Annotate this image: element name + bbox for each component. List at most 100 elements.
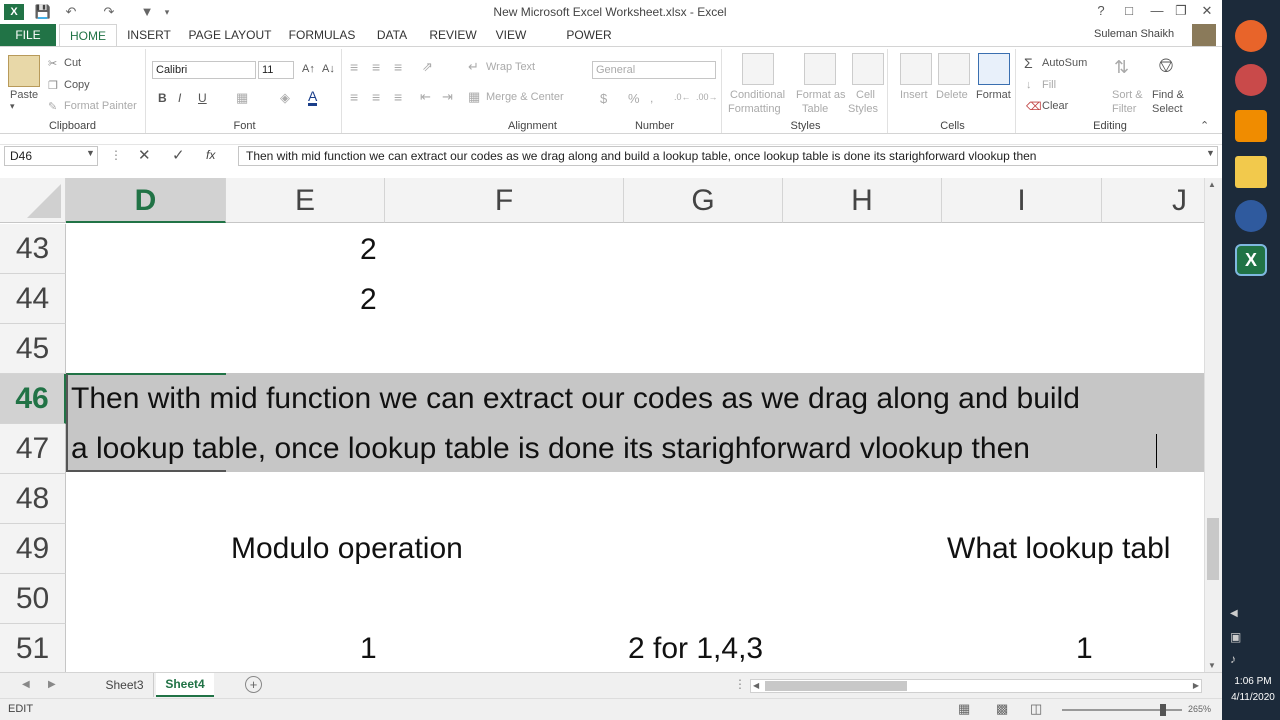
decrease-decimal-icon[interactable]: .00→ [696, 92, 718, 102]
align-right-icon[interactable]: ≡ [394, 89, 402, 105]
underline-button[interactable]: U [198, 91, 207, 105]
scroll-right-icon[interactable]: ▶ [1193, 681, 1199, 690]
cell-i51[interactable]: 1 [1076, 624, 1093, 672]
scroll-left-icon[interactable]: ◀ [753, 681, 759, 690]
cell-i49[interactable]: What lookup tabl [947, 524, 1170, 574]
format-painter-button[interactable]: Format Painter [64, 100, 137, 112]
clock-time[interactable]: 1:06 PM [1226, 676, 1280, 687]
row-header-45[interactable]: 45 [0, 324, 66, 374]
name-box-dropdown-icon[interactable]: ▼ [86, 148, 95, 158]
user-name[interactable]: Suleman Shaikh [1094, 28, 1174, 40]
row-header-50[interactable]: 50 [0, 574, 66, 624]
sort-filter-button[interactable]: Sort & [1112, 89, 1143, 101]
zoom-level[interactable]: 265% [1188, 704, 1211, 714]
copy-button[interactable]: Copy [64, 79, 90, 91]
fill-button[interactable]: Fill [1042, 79, 1056, 91]
align-center-icon[interactable]: ≡ [372, 89, 380, 105]
cell-e43[interactable]: 2 [360, 225, 377, 275]
font-color-icon[interactable]: A [308, 89, 318, 106]
filter-icon[interactable]: ▼ [136, 3, 158, 21]
vertical-scroll-thumb[interactable] [1207, 518, 1219, 580]
decrease-indent-icon[interactable]: ⇤ [420, 89, 431, 105]
horizontal-scroll-thumb[interactable] [765, 681, 907, 691]
borders-icon[interactable]: ▦ [236, 90, 248, 106]
col-header-d[interactable]: D [66, 178, 226, 223]
excel-taskbar-icon[interactable]: X [1235, 244, 1267, 276]
new-sheet-icon[interactable]: + [245, 676, 262, 693]
network-icon[interactable]: ▣ [1230, 630, 1241, 644]
cell-e49[interactable]: Modulo operation [231, 524, 463, 574]
vertical-scrollbar[interactable]: ▲ ▼ [1204, 178, 1222, 672]
format-button[interactable]: Format [976, 89, 1011, 101]
delete-button[interactable]: Delete [936, 89, 968, 101]
customize-qat-icon[interactable]: ▾ [160, 3, 174, 21]
page-layout-view-icon[interactable]: ▩ [996, 701, 1008, 717]
top-align-icon[interactable]: ≡ [350, 59, 358, 75]
name-box[interactable]: D46 [4, 146, 98, 166]
clock-date[interactable]: 4/11/2020 [1226, 692, 1280, 703]
cut-button[interactable]: Cut [64, 57, 81, 69]
tab-data[interactable]: DATA [370, 24, 414, 46]
tab-formulas[interactable]: FORMULAS [288, 24, 356, 46]
collapse-ribbon-icon[interactable]: ⌃ [1200, 119, 1209, 132]
insert-button[interactable]: Insert [900, 89, 928, 101]
avatar[interactable] [1192, 24, 1216, 46]
tray-chevron-icon[interactable]: ◀ [1230, 608, 1238, 619]
vlc-icon[interactable] [1235, 110, 1267, 142]
row-header-43[interactable]: 43 [0, 224, 66, 274]
format-as-table-button[interactable]: Format as [796, 89, 846, 101]
paste-icon[interactable] [8, 55, 40, 87]
tab-insert[interactable]: INSERT [124, 24, 174, 46]
scroll-down-icon[interactable]: ▼ [1208, 661, 1216, 670]
cell-g51[interactable]: 2 for 1,4,3 [628, 624, 763, 672]
row-header-46[interactable]: 46 [0, 374, 66, 424]
cell-styles-button[interactable]: Cell [856, 89, 875, 101]
tab-home[interactable]: HOME [59, 24, 117, 47]
insert-function-button[interactable]: fx [206, 148, 215, 162]
merge-center-button[interactable]: Merge & Center [486, 91, 564, 103]
worksheet-grid[interactable]: D E F G H I J 43 44 45 46 47 48 49 50 51… [0, 178, 1204, 672]
zoom-slider-thumb[interactable] [1160, 704, 1166, 716]
conditional-formatting-button[interactable]: Conditional [730, 89, 785, 101]
enter-icon[interactable]: ✓ [172, 146, 185, 164]
currency-button[interactable]: $ [600, 91, 607, 106]
app-icon[interactable] [1235, 200, 1267, 232]
minimize-icon[interactable]: — [1146, 2, 1168, 20]
normal-view-icon[interactable]: ▦ [958, 701, 970, 717]
cell-d46[interactable]: Then with mid function we can extract ou… [71, 374, 1080, 424]
increase-indent-icon[interactable]: ⇥ [442, 89, 453, 105]
tab-file[interactable]: FILE [0, 24, 56, 46]
cancel-icon[interactable]: ✕ [138, 146, 151, 164]
select-all-corner[interactable] [0, 178, 66, 223]
ribbon-display-icon[interactable]: □ [1118, 2, 1140, 20]
row-header-48[interactable]: 48 [0, 474, 66, 524]
paste-dropdown-icon[interactable]: ▾ [10, 101, 15, 112]
tab-power-query[interactable]: POWER QUERY [544, 24, 634, 64]
scroll-up-icon[interactable]: ▲ [1208, 180, 1216, 189]
tab-view[interactable]: VIEW [492, 24, 530, 46]
bold-button[interactable]: B [158, 91, 167, 105]
increase-decimal-icon[interactable]: .0← [674, 92, 691, 102]
fill-color-icon[interactable]: ◈ [280, 90, 290, 106]
autosum-button[interactable]: AutoSum [1042, 57, 1087, 69]
undo-icon[interactable]: ↶ [60, 3, 82, 21]
snipping-tool-icon[interactable] [1235, 64, 1267, 96]
next-sheet-icon[interactable]: ▶ [48, 679, 56, 690]
col-header-g[interactable]: G [624, 178, 783, 223]
orientation-icon[interactable]: ⇗ [422, 59, 433, 75]
wrap-text-button[interactable]: Wrap Text [486, 61, 535, 73]
paste-button[interactable]: Paste [10, 89, 38, 101]
number-format-select[interactable]: General [592, 61, 716, 79]
row-header-49[interactable]: 49 [0, 524, 66, 574]
align-left-icon[interactable]: ≡ [350, 89, 358, 105]
find-select-button[interactable]: Find & [1152, 89, 1184, 101]
tab-review[interactable]: REVIEW [426, 24, 480, 46]
cell-e44[interactable]: 2 [360, 275, 377, 325]
col-header-f[interactable]: F [385, 178, 624, 223]
cell-d47[interactable]: a lookup table, once lookup table is don… [71, 424, 1030, 474]
expand-formula-icon[interactable]: ▼ [1206, 148, 1215, 158]
percent-button[interactable]: % [628, 91, 640, 106]
sheet-tab-sheet3[interactable]: Sheet3 [96, 673, 154, 697]
col-header-e[interactable]: E [226, 178, 385, 223]
sheet-tab-sheet4[interactable]: Sheet4 [156, 673, 214, 697]
